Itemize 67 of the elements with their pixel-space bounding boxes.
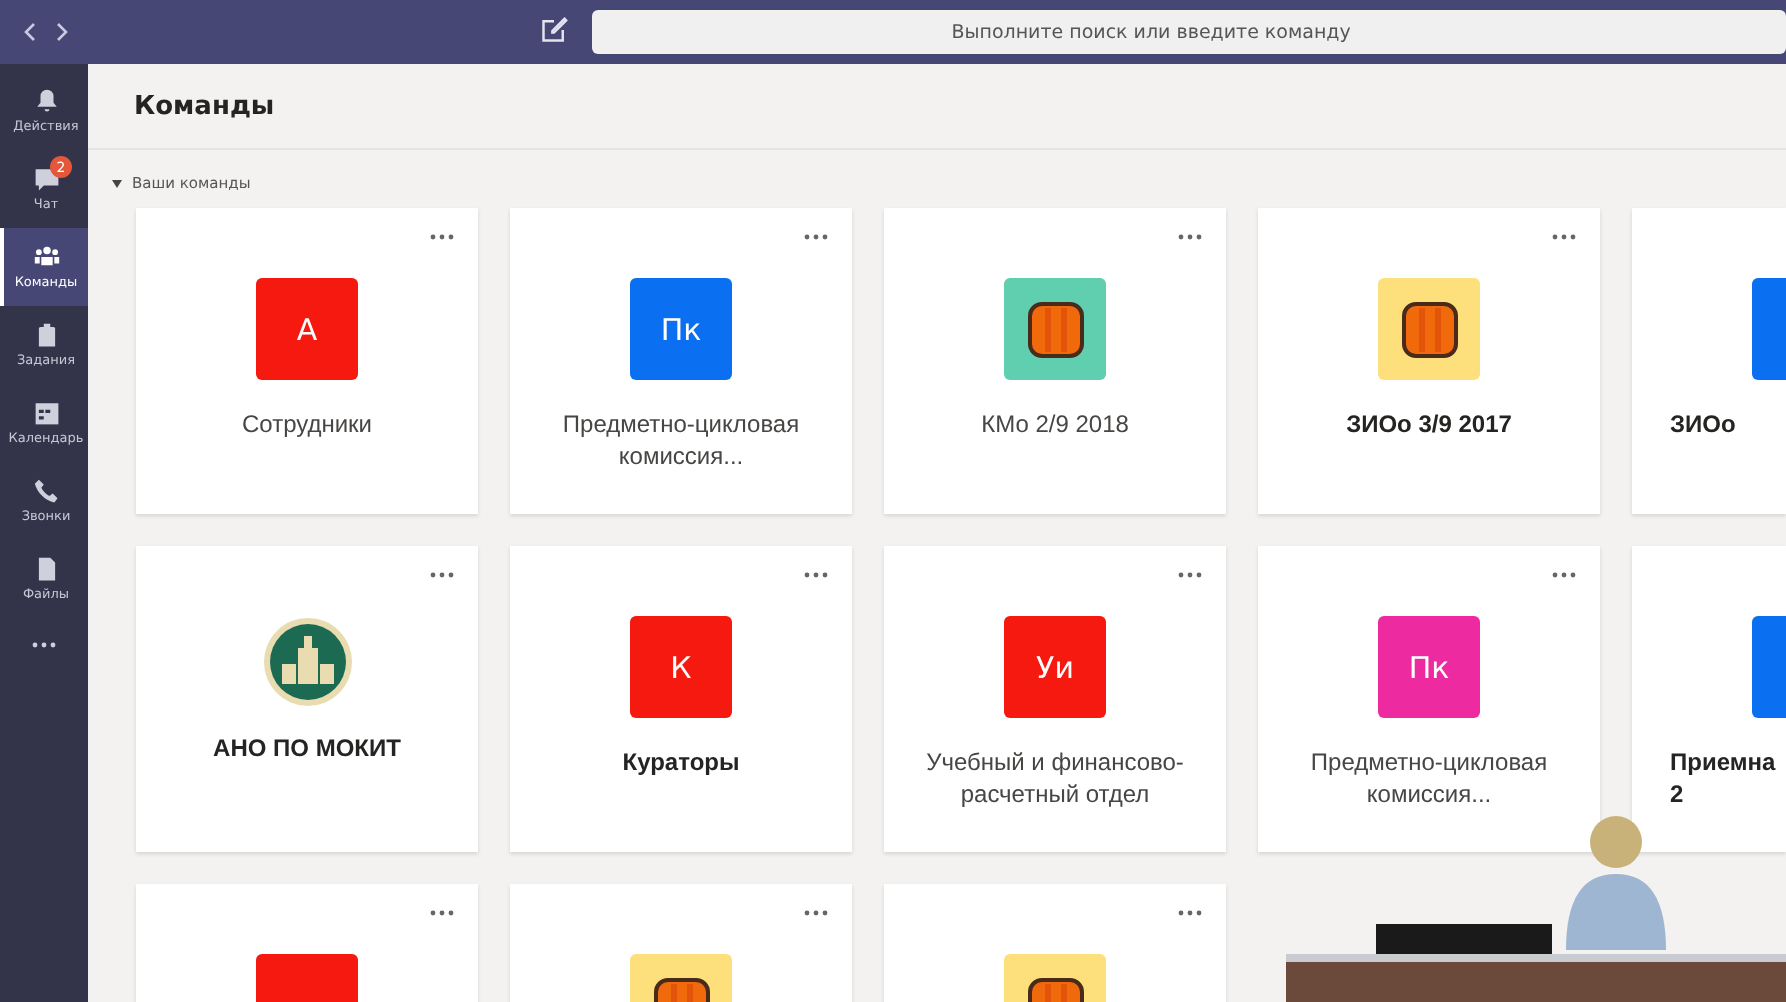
backpack-icon — [33, 322, 59, 348]
bell-icon — [33, 88, 59, 114]
team-initials: Пк — [1408, 649, 1450, 685]
more-icon — [430, 234, 454, 240]
team-name: Предметно-цикловая — [1310, 748, 1548, 776]
phone-icon — [33, 478, 59, 504]
team-name: 2 — [1670, 780, 1684, 808]
more-icon — [430, 572, 454, 578]
more-icon — [1552, 234, 1576, 240]
team-card[interactable]: А Сотрудники — [136, 208, 478, 514]
team-name: комиссия... — [1366, 780, 1492, 808]
more-options-button[interactable] — [1174, 230, 1206, 244]
team-initials: Пк — [660, 311, 702, 347]
team-name: расчетный отдел — [960, 780, 1150, 808]
square-tile-icon — [1027, 301, 1083, 357]
more-options-button[interactable] — [800, 568, 832, 582]
team-name: АНО ПО МОКИТ — [213, 734, 401, 762]
caret-icon — [112, 179, 122, 187]
team-card[interactable]: К Кураторы — [510, 546, 852, 852]
more-options-button[interactable] — [426, 906, 458, 920]
chevron-left-icon — [22, 22, 37, 42]
team-name: Предметно-цикловая — [562, 410, 800, 438]
team-name: Кураторы — [622, 748, 740, 776]
team-card[interactable]: КМо 2/9 2018 — [884, 208, 1226, 514]
more-icon — [804, 572, 828, 578]
team-card[interactable]: Пк Предметно-цикловая комиссия... — [1258, 546, 1600, 852]
file-icon — [33, 556, 59, 582]
team-name: Учебный и финансово- — [926, 748, 1184, 776]
page-title: Команды — [134, 91, 275, 121]
team-card[interactable]: ЗИОо — [1632, 208, 1786, 514]
more-icon — [1552, 572, 1576, 578]
team-initials: К — [670, 649, 692, 685]
more-options-button[interactable] — [1174, 568, 1206, 582]
more-options-button[interactable] — [800, 230, 832, 244]
team-name: КМо 2/9 2018 — [981, 410, 1129, 438]
more-options-button[interactable] — [1548, 568, 1580, 582]
more-icon — [1178, 572, 1202, 578]
more-icon — [804, 910, 828, 916]
calendar-icon — [33, 400, 59, 426]
team-card[interactable]: АНО ПО МОКИТ — [136, 546, 478, 852]
team-name: комиссия... — [618, 442, 744, 470]
team-name: Сотрудники — [242, 410, 372, 438]
team-name: ЗИОо 3/9 2017 — [1346, 410, 1512, 438]
more-icon — [1178, 910, 1202, 916]
square-tile-icon — [1401, 301, 1457, 357]
team-card[interactable]: ЗИОо 3/9 2017 — [1258, 208, 1600, 514]
search-field[interactable]: Выполните поиск или введите команду — [591, 10, 1786, 54]
team-name: Приемна — [1670, 748, 1776, 776]
more-icon — [1178, 234, 1202, 240]
team-name: ЗИОо — [1670, 410, 1736, 438]
more-options-button[interactable] — [426, 230, 458, 244]
more-icon — [804, 234, 828, 240]
chat-icon — [33, 166, 59, 192]
team-initials: А — [296, 311, 318, 347]
more-icon — [32, 641, 56, 647]
more-icon — [430, 910, 454, 916]
more-options-button[interactable] — [1174, 906, 1206, 920]
people-icon — [33, 244, 59, 270]
compose-button[interactable] — [539, 16, 570, 48]
team-card[interactable]: Пк Предметно-цикловая комиссия... — [510, 208, 852, 514]
team-card[interactable]: Уи Учебный и финансово- расчетный отдел — [884, 546, 1226, 852]
chevron-right-icon — [56, 22, 71, 42]
team-card[interactable]: Приемна 2 — [1632, 546, 1786, 852]
more-options-button[interactable] — [1548, 230, 1580, 244]
team-initials: Уи — [1036, 649, 1074, 685]
more-options-button[interactable] — [426, 568, 458, 582]
more-options-button[interactable] — [800, 906, 832, 920]
